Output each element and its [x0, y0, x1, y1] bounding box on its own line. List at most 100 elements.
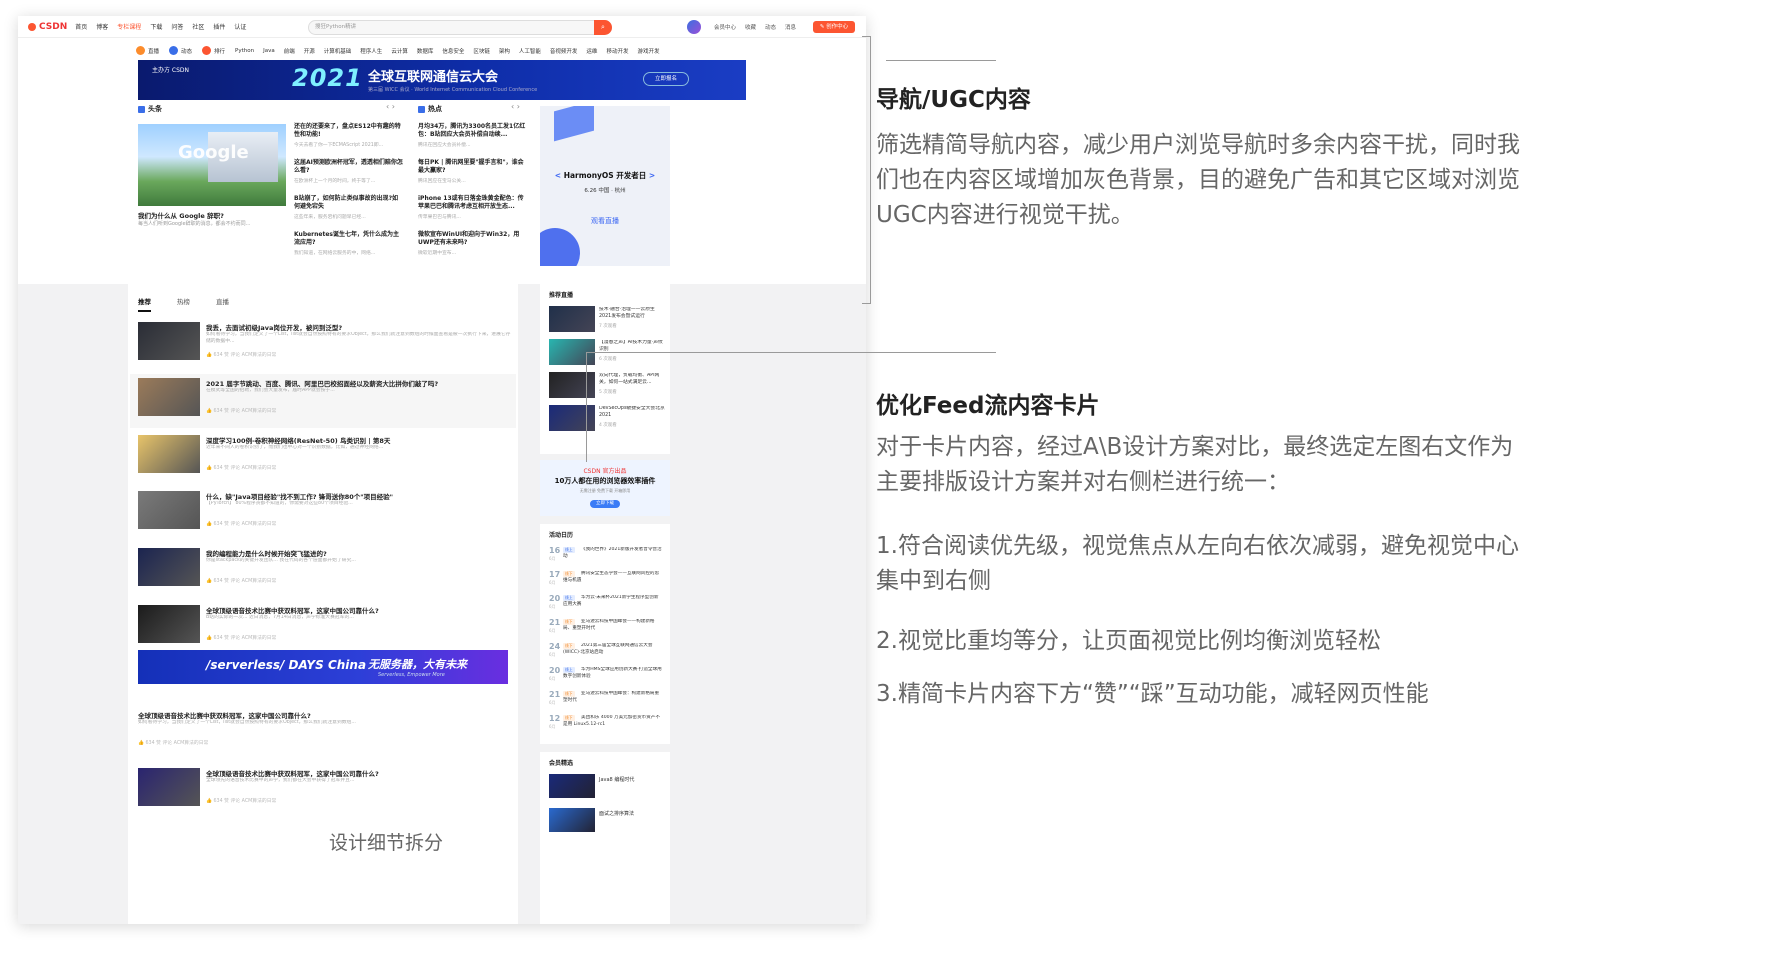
- category-tag[interactable]: 音视频开发: [550, 47, 578, 55]
- live-item[interactable]: DevSecOps敏捷安全大会北京2021 4 次观看: [549, 405, 665, 431]
- event-item[interactable]: 24 6月 2021第三届全球互联网通信云大会(WICC)·北京站启动 线下: [549, 642, 665, 664]
- serverless-ad-banner[interactable]: /serverless/ DAYS China 无服务器，大有未来 Server…: [138, 650, 508, 684]
- live-item[interactable]: 双向代理，负载均衡、API网关，如何一站式满足云... 5 次观看: [549, 372, 665, 398]
- event-item[interactable]: 17 6月 腾讯安全生态学会——互联网风控的思维与机遇 线下: [549, 570, 665, 592]
- card-title[interactable]: 2021 届字节跳动、百度、腾讯、阿里巴巴校招面经以及薪资大比拼你们敲了吗?: [206, 378, 512, 388]
- search-input[interactable]: 搜狂Python精讲 ⌕: [308, 20, 612, 35]
- hot-item[interactable]: iPhone 13或有日落金珠黄金配色：传苹果巴巴和腾讯考虑互相开放生态... 传…: [418, 195, 528, 220]
- feed-card[interactable]: 全球顶级语音技术比赛中获双料冠军，这家中国公司靠什么? B站的实际的一次... 近…: [130, 601, 516, 655]
- card-thumbnail[interactable]: [138, 605, 200, 643]
- category-tag[interactable]: 数据库: [417, 47, 434, 55]
- nav-item[interactable]: 下载: [150, 22, 162, 31]
- category-tag[interactable]: 前端: [284, 47, 295, 55]
- like-icon[interactable]: 👍: [206, 579, 214, 584]
- banner-register-button[interactable]: 立即报名: [643, 72, 689, 86]
- category-tag[interactable]: 架构: [499, 47, 510, 55]
- headline-item[interactable]: 这届AI预测欧洲杯冠军，透透相们赔你怎么看? 在欧洲杯上一个月的时间，终于等了..…: [294, 159, 404, 184]
- event-item[interactable]: 21 6月 亚马逊云科技中国峰会——构建新格局、重塑开时代 线下: [549, 618, 665, 640]
- headlines-arrows[interactable]: ‹ ›: [386, 102, 395, 111]
- category-shortcut[interactable]: 动态: [169, 46, 192, 55]
- category-tag[interactable]: Python: [235, 48, 254, 54]
- nav-item[interactable]: 插件: [213, 22, 225, 31]
- like-icon[interactable]: 👍: [206, 409, 214, 414]
- create-center-button[interactable]: ✎ 创作中心: [813, 21, 855, 33]
- user-nav-item[interactable]: 收藏: [745, 23, 756, 31]
- user-nav-item[interactable]: 会员中心: [714, 23, 736, 31]
- category-tag[interactable]: 程序人生: [360, 47, 382, 55]
- nav-item[interactable]: 专栏课程: [117, 22, 141, 31]
- search-icon[interactable]: ⌕: [594, 20, 612, 35]
- card-thumbnail[interactable]: [138, 435, 200, 473]
- feed-tab[interactable]: 直播: [216, 296, 229, 312]
- nav-item[interactable]: 博客: [96, 22, 108, 31]
- category-tag[interactable]: 人工智能: [519, 47, 541, 55]
- card-title[interactable]: 深度学习100例-卷积神经网络(ResNet-50) 鸟类识别 | 第8天: [206, 435, 512, 445]
- feed-card[interactable]: 我丢，去面试初级Java岗位开发，被问到泛型? 如何看待学习，当我们定义了一个Li…: [130, 318, 516, 372]
- user-nav-item[interactable]: 动态: [765, 23, 776, 31]
- headline-hero-title[interactable]: 我们为什么从 Google 辞职?: [138, 210, 288, 220]
- event-item[interactable]: 16 6月 《我的世界》2021新版开发者普令营活动 线上: [549, 546, 665, 568]
- nav-item[interactable]: 社区: [192, 22, 204, 31]
- nav-item[interactable]: 首页: [75, 22, 87, 31]
- card-title[interactable]: 什么，缺"Java项目经验"找不到工作? 锋哥送你80个"项目经验": [206, 491, 512, 501]
- event-item[interactable]: 21 6月 亚马逊云科技中国峰会：构建新格局重塑时代 线下: [549, 690, 665, 712]
- headline-hero-image[interactable]: Google: [138, 124, 286, 206]
- like-icon[interactable]: 👍: [206, 353, 214, 358]
- like-icon[interactable]: 👍: [206, 522, 214, 527]
- nav-item[interactable]: 认证: [234, 22, 246, 31]
- like-icon[interactable]: 👍: [138, 741, 146, 746]
- user-nav-item[interactable]: 消息: [785, 23, 796, 31]
- card-thumbnail[interactable]: [138, 768, 200, 806]
- event-item[interactable]: 20 6月 华为云·未来杯2021新学生程序型创新应用大赛 线上: [549, 594, 665, 616]
- category-tag[interactable]: 区块链: [473, 47, 490, 55]
- harmony-watch-link[interactable]: 观看直播: [540, 216, 670, 226]
- category-tag[interactable]: 运维: [586, 47, 597, 55]
- category-tag[interactable]: 移动开发: [606, 47, 628, 55]
- feed-tab[interactable]: 热榜: [177, 296, 190, 312]
- feed-card[interactable]: 什么，缺"Java项目经验"找不到工作? 锋哥送你80个"项目经验" 【PyTor…: [130, 487, 516, 541]
- category-tag[interactable]: 开源: [304, 47, 315, 55]
- card-thumbnail[interactable]: [138, 491, 200, 529]
- hot-item[interactable]: 每日PK | 腾讯网里要"握手言和"，谁会最大赢家? 腾讯回应在宝马公关...: [418, 159, 528, 184]
- like-icon[interactable]: 👍: [206, 466, 214, 471]
- card-thumbnail[interactable]: [138, 548, 200, 586]
- hot-item[interactable]: 月均34万，腾讯为3300名员工发1亿红包：B站回应大会员补偿自动续... 腾讯在…: [418, 123, 528, 148]
- csdn-plugin-ad[interactable]: CSDN 官方出品 10万人都在用的浏览器效率插件 无需注册 免费下载 开箱即用…: [540, 460, 670, 516]
- card-title[interactable]: 全球顶级语音技术比赛中获双料冠军，这家中国公司靠什么?: [206, 605, 512, 615]
- csdn-logo[interactable]: CSDN: [28, 22, 67, 32]
- card-thumbnail[interactable]: [138, 378, 200, 416]
- headline-item[interactable]: 还在的还要来了，盘点ES12中有趣的特性和功能! 今天去看了你一下ECMAScri…: [294, 123, 404, 148]
- live-item[interactable]: 技术·融合·治理——云原生2021发布会暨试运行 7 次观看: [549, 306, 665, 332]
- like-icon[interactable]: 👍: [206, 636, 214, 641]
- hot-item[interactable]: 微软宣布WinUI和迎向于Win32，用UWP还有未来吗? 微软近期中宣布...: [418, 231, 528, 256]
- category-shortcut[interactable]: 排行: [202, 46, 225, 55]
- headline-item[interactable]: Kubernetes诞生七年，凭什么成为主流应用? 我们知道，在网络云服务的中，网…: [294, 231, 404, 256]
- feed-card[interactable]: 深度学习100例-卷积神经网络(ResNet-50) 鸟类识别 | 第8天 近年来…: [130, 431, 516, 485]
- event-item[interactable]: 12 6月 美团和乐 4000 万美元加密货币资产不是用 Linux5.12-rc1…: [549, 714, 665, 736]
- like-icon[interactable]: 👍: [206, 799, 214, 804]
- feed-card[interactable]: 我的编程能力是什么时候开始突飞猛进的? 你是stackpack的关键开发团队...…: [130, 544, 516, 598]
- conference-banner[interactable]: 主办方 CSDN 2021 全球互联网通信云大会 第三届 WICC 会议 · W…: [138, 60, 746, 100]
- card-title[interactable]: 我丢，去面试初级Java岗位开发，被问到泛型?: [206, 322, 512, 332]
- category-tag[interactable]: 信息安全: [442, 47, 464, 55]
- member-item[interactable]: Java8 编程时代: [549, 774, 665, 798]
- category-tag[interactable]: 云计算: [391, 47, 408, 55]
- category-tag[interactable]: 计算机基础: [324, 47, 352, 55]
- event-item[interactable]: 20 6月 华为HMS全球应用创新大赛·打造全球用数字创新体验 线上: [549, 666, 665, 688]
- category-tag[interactable]: 游戏开发: [637, 47, 659, 55]
- feed-tab[interactable]: 推荐: [138, 296, 151, 312]
- member-item[interactable]: 面试之排序算法: [549, 808, 665, 832]
- harmony-ad[interactable]: < HarmonyOS 开发者日 > 6.26 中国 · 杭州 观看直播: [540, 106, 670, 266]
- feed-card[interactable]: 全球顶级语音技术比赛中获双料冠军，这家中国公司靠什么? 全球领先的语音技术比赛中的…: [130, 764, 516, 818]
- category-shortcut[interactable]: 直播: [136, 46, 159, 55]
- card-title[interactable]: 我的编程能力是什么时候开始突飞猛进的?: [206, 548, 512, 558]
- feed-card[interactable]: 2021 届字节跳动、百度、腾讯、阿里巴巴校招面经以及薪资大比拼你们敲了吗? 在模…: [130, 374, 516, 428]
- category-tag[interactable]: Java: [263, 48, 275, 54]
- feed-card[interactable]: 全球顶级语音技术比赛中获双料冠军，这家中国公司靠什么? 如何看待学习，当我们定义了…: [130, 706, 516, 760]
- plugin-download-button[interactable]: 立即下载: [590, 500, 620, 508]
- hot-arrows[interactable]: ‹ ›: [511, 102, 520, 111]
- card-thumbnail[interactable]: [138, 322, 200, 360]
- nav-item[interactable]: 问答: [171, 22, 183, 31]
- card-title[interactable]: 全球顶级语音技术比赛中获双料冠军，这家中国公司靠什么?: [138, 710, 444, 720]
- avatar[interactable]: [687, 20, 701, 34]
